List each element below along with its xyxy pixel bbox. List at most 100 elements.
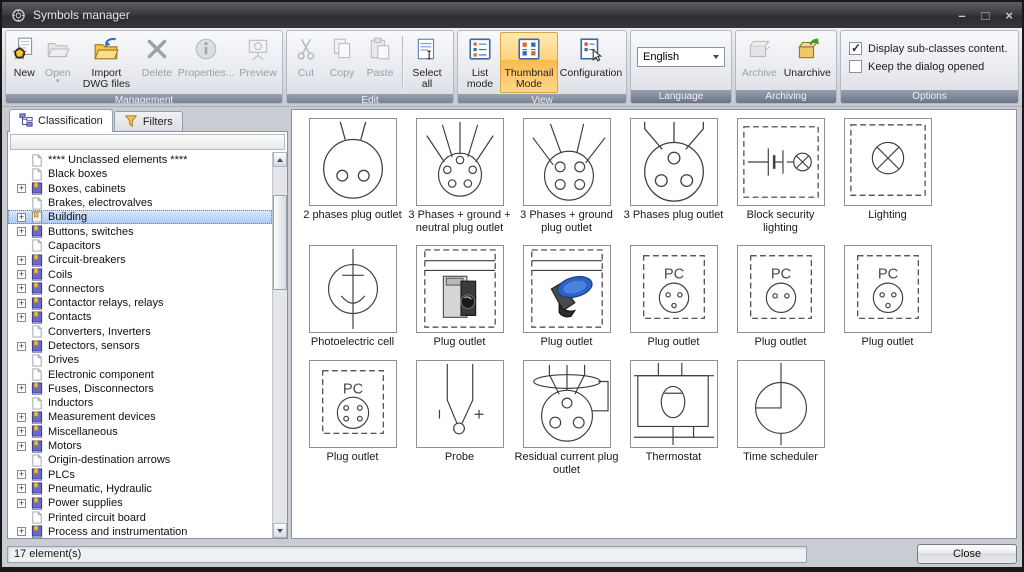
tree-item[interactable]: + Motors — [8, 439, 272, 453]
expand-plus-icon[interactable]: + — [17, 270, 26, 280]
maximize-icon[interactable]: □ — [982, 9, 990, 22]
symbol-thumbnail[interactable]: Block security lighting — [727, 118, 834, 234]
symbol-thumbnail[interactable]: Plug outlet — [406, 245, 513, 349]
expand-plus-icon[interactable]: + — [17, 527, 26, 537]
tree-item[interactable]: + Fuses, Disconnectors — [8, 382, 272, 396]
display-subclasses-checkbox[interactable] — [849, 41, 862, 55]
close-button[interactable]: Close — [917, 544, 1017, 564]
symbol-image — [522, 245, 611, 334]
tree-item[interactable]: Printed circuit board — [8, 510, 272, 524]
expand-plus-icon[interactable]: + — [17, 441, 26, 451]
symbol-thumbnail[interactable]: Time scheduler — [727, 359, 834, 476]
symbol-label: Probe — [444, 450, 475, 463]
keep-dialog-option[interactable]: Keep the dialog opened — [849, 60, 1010, 73]
tree-item[interactable]: + Pneumatic, Hydraulic — [8, 482, 272, 496]
tree-item[interactable]: + PLCs — [8, 468, 272, 482]
expand-plus-icon[interactable]: + — [17, 498, 26, 508]
display-subclasses-option[interactable]: Display sub-classes content. — [849, 41, 1010, 55]
tree-item[interactable]: + Buttons, switches — [8, 224, 272, 238]
tree-item[interactable]: Brakes, electrovalves — [8, 196, 272, 210]
scrollbar-thumb[interactable] — [273, 195, 287, 290]
symbol-thumbnail[interactable]: Photoelectric cell — [299, 245, 406, 349]
classification-icon — [19, 112, 33, 130]
tree-item[interactable]: Capacitors — [8, 239, 272, 253]
tree-item[interactable]: + Miscellaneous — [8, 425, 272, 439]
symbol-thumbnail[interactable]: 2 phases plug outlet — [299, 118, 406, 234]
symbol-thumbnail[interactable]: PC Plug outlet — [834, 245, 941, 349]
book-icon — [30, 282, 44, 296]
tree-item[interactable]: + Boxes, cabinets — [8, 182, 272, 196]
expand-plus-icon[interactable]: + — [17, 212, 26, 222]
tree-item[interactable]: Converters, Inverters — [8, 325, 272, 339]
tree-item[interactable]: + Power supplies — [8, 496, 272, 510]
list-mode-button[interactable]: List mode — [460, 32, 500, 93]
symbol-thumbnail[interactable]: 3 Phases + ground plug outlet — [513, 118, 620, 234]
symbol-thumbnail[interactable]: PC Plug outlet — [727, 245, 834, 349]
scroll-down-icon[interactable] — [273, 523, 287, 538]
expand-plus-icon[interactable]: + — [17, 184, 26, 194]
expand-plus-icon[interactable]: + — [17, 255, 26, 265]
minimize-icon[interactable]: – — [958, 9, 965, 22]
tree-item[interactable]: + Detectors, sensors — [8, 339, 272, 353]
expand-plus-icon[interactable]: + — [17, 484, 26, 494]
scrollbar-track[interactable] — [273, 167, 287, 523]
chevron-down-icon[interactable] — [708, 49, 723, 65]
tree-item[interactable]: + Process and instrumentation — [8, 525, 272, 538]
symbol-thumbnail[interactable]: Probe — [406, 359, 513, 476]
symbol-image — [736, 359, 825, 448]
tree-item[interactable]: Inductors — [8, 396, 272, 410]
cut-button: Cut — [289, 32, 323, 93]
tree-item[interactable]: Black boxes — [8, 167, 272, 181]
scroll-up-icon[interactable] — [273, 152, 287, 167]
expand-plus-icon[interactable]: + — [17, 298, 26, 308]
symbol-thumbnail[interactable]: PC Plug outlet — [299, 359, 406, 476]
funnel-icon — [124, 114, 138, 131]
group-caption-edit: Edit — [287, 93, 453, 103]
expand-plus-icon[interactable]: + — [17, 427, 26, 437]
open-dropdown-caret-icon: ▾ — [56, 78, 60, 86]
thumbnail-mode-button[interactable]: Thumbnail Mode — [500, 32, 558, 93]
symbol-thumbnail[interactable]: 3 Phases + ground + neutral plug outlet — [406, 118, 513, 234]
tree-filter-input[interactable] — [10, 134, 285, 150]
tree-item[interactable]: Drives — [8, 353, 272, 367]
classification-tree: **** Unclassed elements **** Black boxes +… — [8, 152, 272, 538]
unarchive-button[interactable]: Unarchive — [781, 32, 834, 89]
new-button[interactable]: New — [8, 32, 41, 93]
tree-item[interactable]: Origin-destination arrows — [8, 453, 272, 467]
tree-item[interactable]: + Circuit-breakers — [8, 253, 272, 267]
symbol-thumbnail[interactable]: Plug outlet — [513, 245, 620, 349]
expand-plus-icon[interactable]: + — [17, 412, 26, 422]
symbol-thumbnail[interactable]: Residual current plug outlet — [513, 359, 620, 476]
tree-item[interactable]: + Contactor relays, relays — [8, 296, 272, 310]
expand-plus-icon[interactable]: + — [17, 384, 26, 394]
keep-dialog-checkbox[interactable] — [849, 60, 862, 73]
tab-classification[interactable]: Classification — [9, 109, 113, 132]
tree-item[interactable]: + Measurement devices — [8, 410, 272, 424]
expand-plus-icon[interactable]: + — [17, 284, 26, 294]
close-icon[interactable]: × — [1005, 9, 1013, 22]
symbol-thumbnail[interactable]: PC Plug outlet — [620, 245, 727, 349]
tab-filters[interactable]: Filters — [113, 111, 183, 132]
symbol-thumbnail[interactable]: 3 Phases plug outlet — [620, 118, 727, 234]
tree-item[interactable]: Electronic component — [8, 367, 272, 381]
app-icon — [11, 8, 26, 23]
expand-plus-icon[interactable]: + — [17, 470, 26, 480]
import-dwg-icon — [93, 36, 120, 68]
symbol-thumbnail[interactable]: Thermostat — [620, 359, 727, 476]
tree-item[interactable]: **** Unclassed elements **** — [8, 153, 272, 167]
tree-scrollbar[interactable] — [272, 152, 287, 538]
tree-item[interactable]: + Contacts — [8, 310, 272, 324]
symbol-image — [629, 118, 718, 206]
tree-item[interactable]: + Connectors — [8, 282, 272, 296]
configuration-button[interactable]: Configuration — [558, 32, 624, 93]
language-select[interactable]: English — [637, 47, 725, 67]
expand-plus-icon[interactable]: + — [17, 312, 26, 322]
select-all-button[interactable]: Select all — [406, 32, 448, 93]
expand-plus-icon[interactable]: + — [17, 227, 26, 237]
tree-item[interactable]: + Building — [8, 210, 272, 225]
symbol-thumbnail[interactable]: Lighting — [834, 118, 941, 234]
import-dwg-button[interactable]: Import DWG files — [75, 32, 138, 93]
tree-item[interactable]: + Coils — [8, 267, 272, 281]
expand-plus-icon[interactable]: + — [17, 341, 26, 351]
